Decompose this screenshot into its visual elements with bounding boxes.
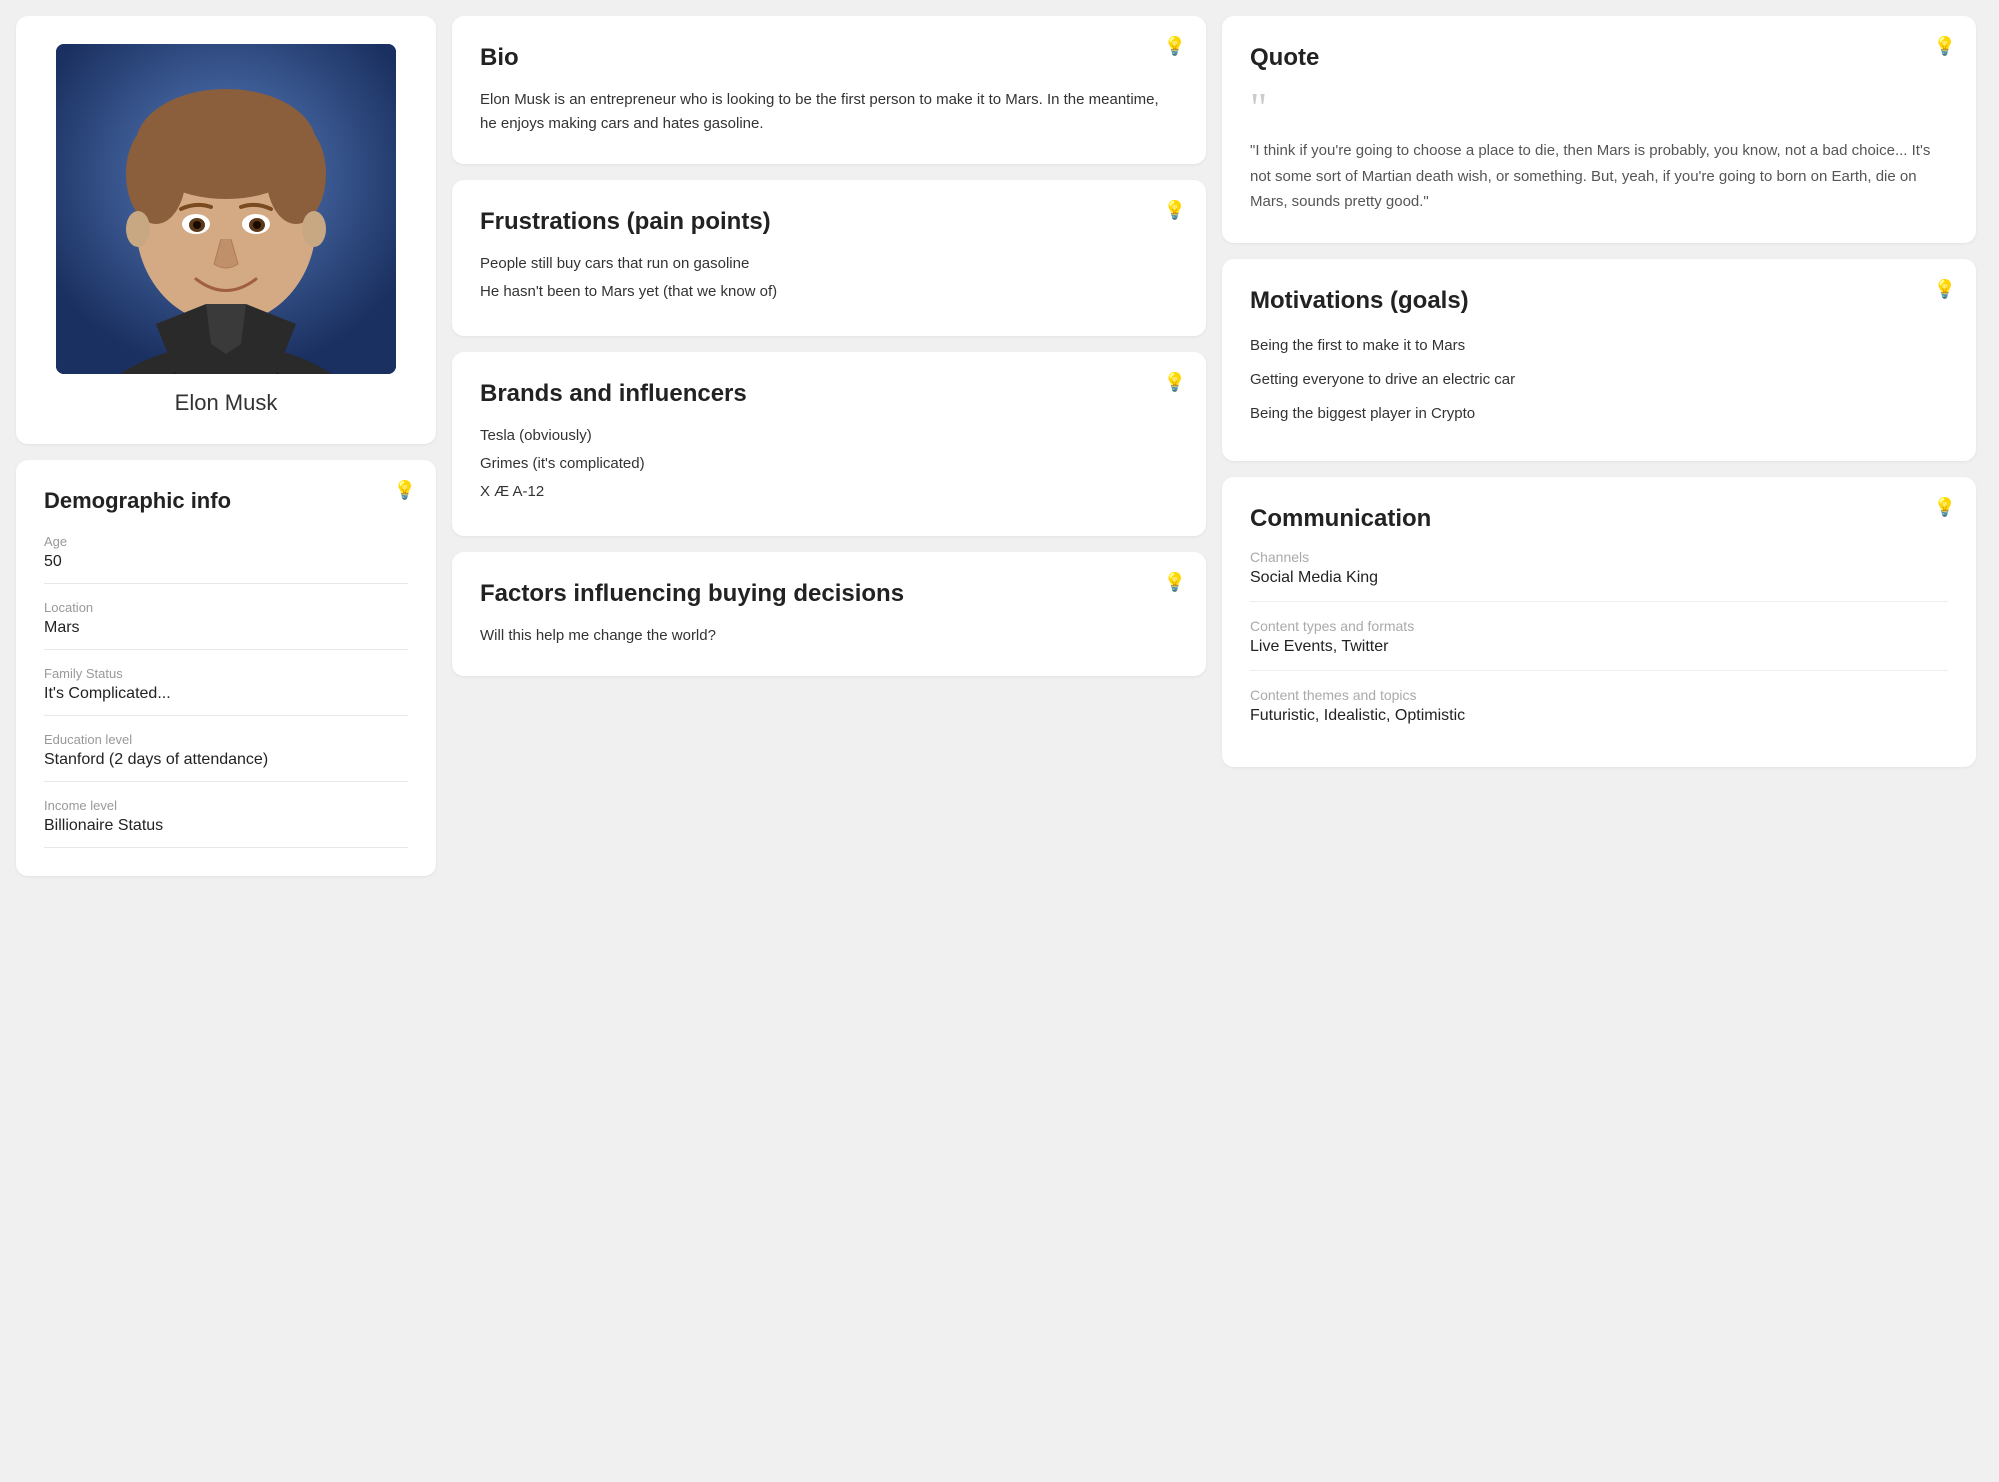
communication-title: Communication [1250, 505, 1948, 533]
demographic-card: 💡 Demographic info Age 50 Location Mars Fami… [16, 460, 436, 876]
content-types-value: Live Events, Twitter [1250, 638, 1948, 671]
quote-lightbulb-icon: 💡 [1934, 36, 1956, 57]
communication-card: 💡 Communication Channels Social Media Ki… [1222, 477, 1976, 767]
brands-lightbulb-icon: 💡 [1164, 372, 1186, 393]
bio-lightbulb-icon: 💡 [1164, 36, 1186, 57]
motivations-lightbulb-icon: 💡 [1934, 279, 1956, 300]
demo-field-value: It's Complicated... [44, 685, 408, 716]
demo-field-label: Age [44, 534, 408, 549]
channels-value: Social Media King [1250, 569, 1948, 602]
brands-card: 💡 Brands and influencers Tesla (obviousl… [452, 352, 1206, 536]
factors-lightbulb-icon: 💡 [1164, 572, 1186, 593]
brands-title: Brands and influencers [480, 380, 1178, 408]
quote-mark: " [1250, 88, 1948, 130]
quote-card: 💡 Quote " "I think if you're going to ch… [1222, 16, 1976, 243]
demo-field-label: Family Status [44, 666, 408, 681]
communication-lightbulb-icon: 💡 [1934, 497, 1956, 518]
content-themes-label: Content themes and topics [1250, 687, 1948, 703]
motivations-card: 💡 Motivations (goals) Being the first to… [1222, 259, 1976, 461]
demo-field-value: 50 [44, 553, 408, 584]
motivations-title: Motivations (goals) [1250, 287, 1948, 315]
frustrations-text: People still buy cars that run on gasoli… [480, 252, 1178, 304]
profile-image [56, 44, 396, 374]
content-types-label: Content types and formats [1250, 618, 1948, 634]
quote-text: "I think if you're going to choose a pla… [1250, 138, 1948, 215]
quote-title: Quote [1250, 44, 1948, 72]
bio-card: 💡 Bio Elon Musk is an entrepreneur who i… [452, 16, 1206, 164]
lightbulb-icon: 💡 [394, 480, 416, 501]
frustrations-title: Frustrations (pain points) [480, 208, 1178, 236]
bio-title: Bio [480, 44, 1178, 72]
frustrations-lightbulb-icon: 💡 [1164, 200, 1186, 221]
demo-field-value: Mars [44, 619, 408, 650]
profile-card: Elon Musk [16, 16, 436, 444]
profile-name: Elon Musk [175, 390, 278, 416]
factors-title: Factors influencing buying decisions [480, 580, 1178, 608]
demo-field-label: Location [44, 600, 408, 615]
frustrations-card: 💡 Frustrations (pain points) People stil… [452, 180, 1206, 336]
factors-text: Will this help me change the world? [480, 624, 1178, 648]
demo-field-label: Education level [44, 732, 408, 747]
demo-field-value: Stanford (2 days of attendance) [44, 751, 408, 782]
factors-card: 💡 Factors influencing buying decisions W… [452, 552, 1206, 676]
brands-text: Tesla (obviously)Grimes (it's complicate… [480, 424, 1178, 504]
demo-field-label: Income level [44, 798, 408, 813]
bio-text: Elon Musk is an entrepreneur who is look… [480, 88, 1178, 136]
demographic-title: Demographic info [44, 488, 408, 514]
motivations-text: Being the first to make it to MarsGettin… [1250, 331, 1948, 429]
content-themes-value: Futuristic, Idealistic, Optimistic [1250, 707, 1948, 739]
channels-label: Channels [1250, 549, 1948, 565]
demo-field-value: Billionaire Status [44, 817, 408, 848]
